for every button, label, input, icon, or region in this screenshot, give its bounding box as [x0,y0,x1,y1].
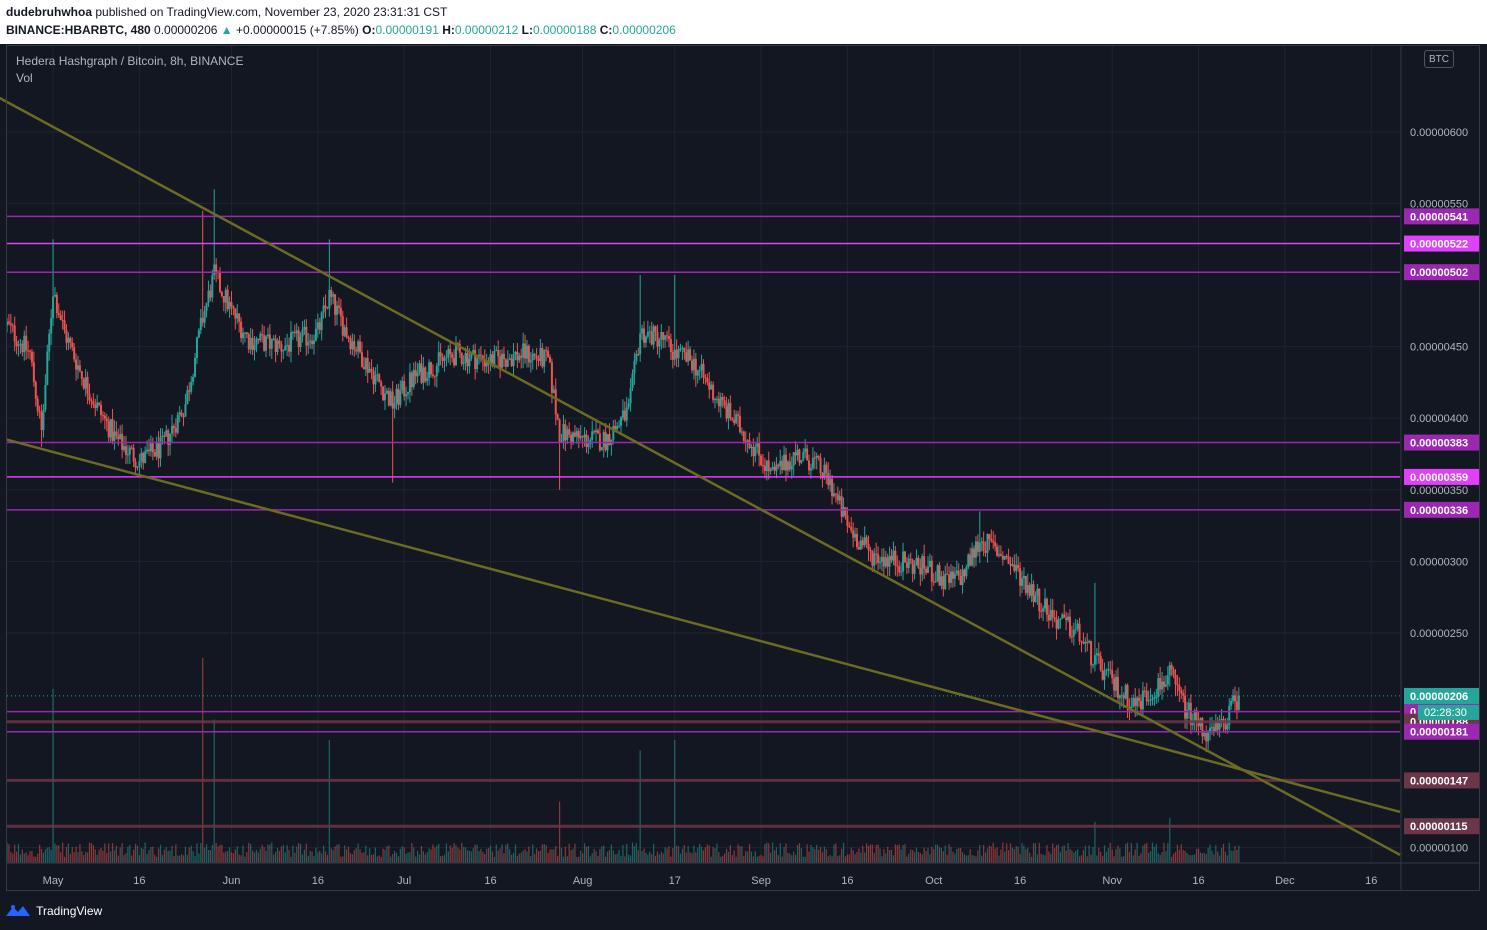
footer: TradingView [0,892,1487,930]
volume-label: Vol [16,71,33,85]
tradingview-brand[interactable]: TradingView [6,904,102,918]
brand-name: TradingView [36,904,103,918]
chart-frame [6,45,1480,891]
chart-legend: Hedera Hashgraph / Bitcoin, 8h, BINANCE … [16,53,243,87]
series-title: Hedera Hashgraph / Bitcoin, 8h, BINANCE [16,54,244,68]
currency-button[interactable]: BTC [1424,50,1454,68]
tradingview-logo-icon [6,905,30,916]
